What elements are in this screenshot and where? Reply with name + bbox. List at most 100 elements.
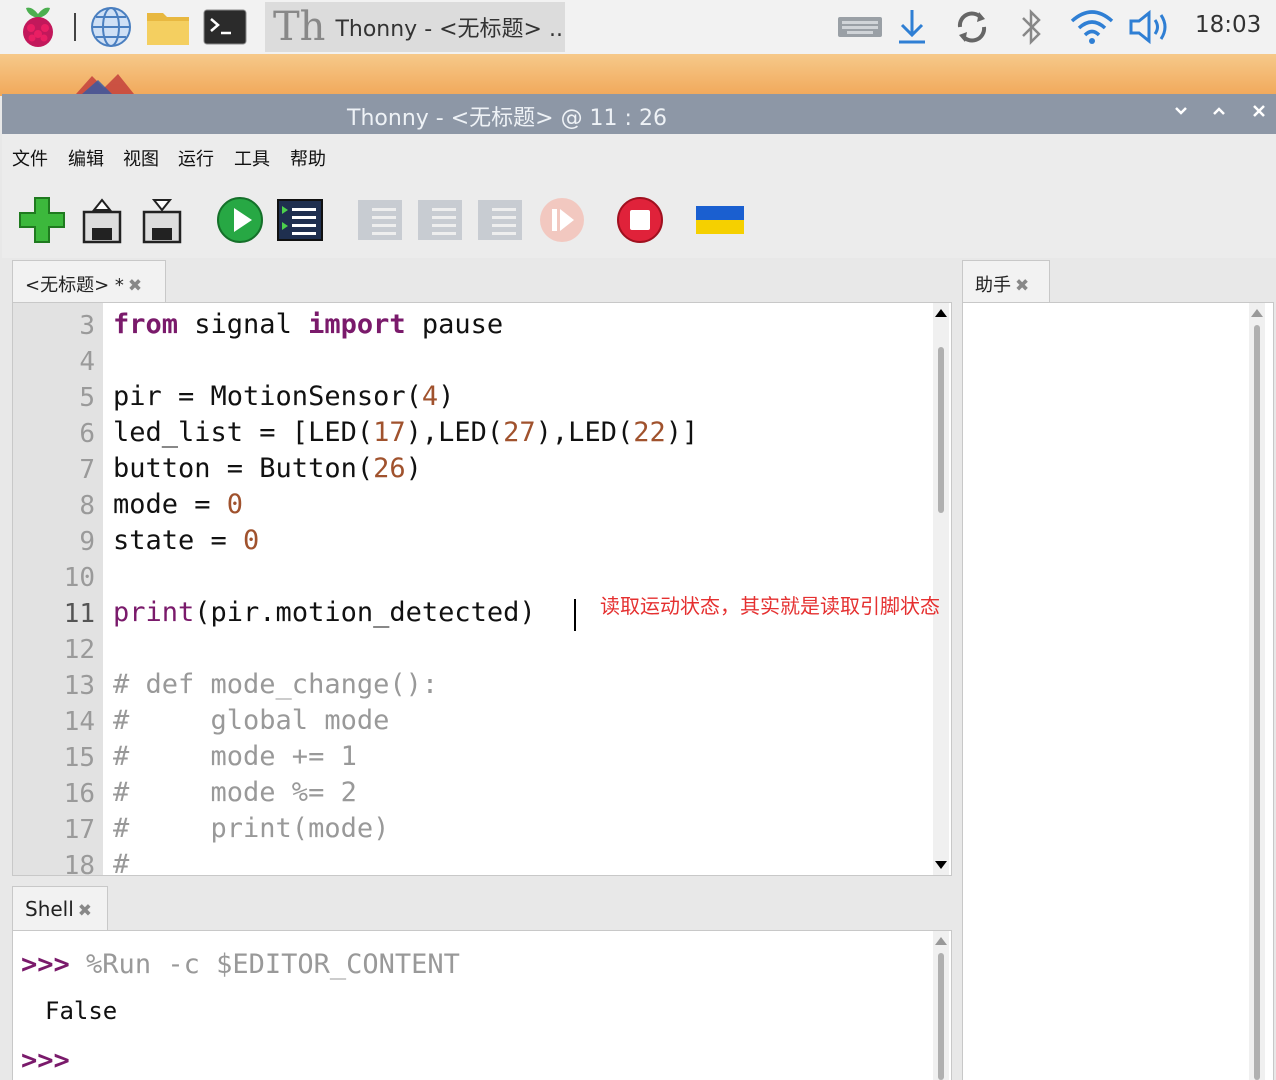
menu-bar: 文件 编辑 视图 运行 工具 帮助 <box>2 134 1276 178</box>
line-number: 4 <box>79 347 95 377</box>
menu-run[interactable]: 运行 <box>178 145 214 171</box>
code-line[interactable]: led_list = [LED(17),LED(27),LED(22)] <box>113 417 698 448</box>
open-file-button[interactable] <box>78 196 126 244</box>
scroll-up-icon[interactable] <box>935 309 947 317</box>
code-token: 27 <box>503 417 536 448</box>
code-line[interactable]: # mode += 1 <box>113 741 357 772</box>
code-token: 26 <box>373 453 406 484</box>
code-line[interactable]: # def mode_change(): <box>113 669 438 700</box>
assistant-panel <box>962 302 1274 1080</box>
editor-scrollbar[interactable] <box>933 303 949 875</box>
assistant-scrollbar[interactable] <box>1249 303 1265 1080</box>
code-token: # mode %= 2 <box>113 777 357 808</box>
taskbar-thonny-task[interactable]: Th Thonny - <无标题> .. <box>265 2 565 52</box>
raspberry-menu-icon[interactable] <box>14 4 62 50</box>
file-manager-icon[interactable] <box>144 4 192 50</box>
menu-edit[interactable]: 编辑 <box>68 145 104 171</box>
resume-button[interactable] <box>538 196 586 244</box>
shell-scrollbar[interactable] <box>933 931 949 1080</box>
line-number: 7 <box>79 455 95 485</box>
menu-file[interactable]: 文件 <box>12 145 48 171</box>
thonny-task-icon: Th <box>273 4 326 50</box>
support-ukraine-button[interactable] <box>694 196 744 244</box>
ukraine-flag-icon <box>696 206 744 234</box>
editor-tab[interactable]: <无标题> * ✖ <box>12 260 166 303</box>
close-tab-icon[interactable]: ✖ <box>128 276 142 296</box>
step-out-button[interactable] <box>476 196 524 244</box>
shell-tab[interactable]: Shell ✖ <box>12 886 108 931</box>
resume-icon <box>540 198 584 242</box>
stop-button[interactable] <box>616 196 664 244</box>
code-token: 17 <box>373 417 406 448</box>
code-line[interactable]: pir = MotionSensor(4) <box>113 381 454 412</box>
line-number: 10 <box>63 563 95 593</box>
line-number: 17 <box>63 815 95 845</box>
shell-panel[interactable]: >>> %Run -c $EDITOR_CONTENT False >>> <box>12 930 952 1080</box>
volume-icon[interactable] <box>1126 4 1176 50</box>
code-token: 4 <box>421 381 439 412</box>
assistant-tab-label: 助手 <box>975 275 1011 296</box>
run-button[interactable] <box>216 196 264 244</box>
code-token: ),LED( <box>535 417 634 448</box>
code-token: import <box>308 309 406 340</box>
code-line[interactable]: mode = 0 <box>113 489 243 520</box>
code-line[interactable]: # print(mode) <box>113 813 389 844</box>
code-line[interactable]: print(pir.motion_detected) <box>113 597 536 628</box>
close-icon <box>1253 105 1265 117</box>
web-browser-icon[interactable] <box>88 4 134 50</box>
open-file-icon <box>82 198 122 244</box>
close-button[interactable] <box>1244 98 1274 128</box>
close-tab-icon[interactable]: ✖ <box>1015 276 1029 296</box>
save-file-button[interactable] <box>138 196 186 244</box>
menu-tools[interactable]: 工具 <box>234 145 270 171</box>
scroll-up-icon[interactable] <box>935 937 947 945</box>
line-number: 14 <box>63 707 95 737</box>
assistant-scrollbar-thumb[interactable] <box>1254 325 1260 1080</box>
code-line[interactable]: # mode %= 2 <box>113 777 357 808</box>
maximize-button[interactable] <box>1204 98 1234 128</box>
scroll-down-icon[interactable] <box>935 861 947 869</box>
desktop-logo-icon <box>76 74 134 94</box>
code-token: 0 <box>243 525 260 556</box>
new-file-button[interactable] <box>18 196 66 244</box>
new-file-icon <box>19 197 65 243</box>
code-token: # global mode <box>113 705 390 736</box>
menu-view[interactable]: 视图 <box>123 145 159 171</box>
code-token: pause <box>405 309 504 340</box>
code-editor[interactable]: 3 4 5 6 7 8 9 10 11 12 13 14 15 16 17 18 from signal im… <box>12 302 952 876</box>
editor-scrollbar-thumb[interactable] <box>938 347 944 513</box>
line-number: 9 <box>79 527 95 557</box>
code-token: # <box>113 849 130 876</box>
menu-help[interactable]: 帮助 <box>290 145 326 171</box>
shell-prompt: >>> <box>21 1045 70 1076</box>
bluetooth-icon[interactable] <box>1014 4 1050 50</box>
save-file-icon <box>142 199 182 244</box>
code-token: button = Button( <box>113 453 374 484</box>
download-icon[interactable] <box>894 4 930 50</box>
code-line[interactable]: from signal import pause <box>113 309 503 340</box>
close-tab-icon[interactable]: ✖ <box>78 901 92 921</box>
sync-icon[interactable] <box>950 4 994 50</box>
code-line[interactable]: state = 0 <box>113 525 259 556</box>
step-into-button[interactable] <box>416 196 464 244</box>
shell-scrollbar-thumb[interactable] <box>938 953 944 1080</box>
assistant-tab[interactable]: 助手 ✖ <box>962 260 1050 303</box>
terminal-icon[interactable] <box>202 4 248 50</box>
code-token: ) <box>438 381 455 412</box>
keyboard-icon[interactable] <box>836 4 884 50</box>
code-line[interactable]: button = Button(26) <box>113 453 422 484</box>
line-number: 13 <box>63 671 95 701</box>
code-line[interactable]: # global mode <box>113 705 389 736</box>
code-line[interactable]: # <box>113 849 130 876</box>
step-over-button[interactable] <box>356 196 404 244</box>
chevron-up-icon <box>1213 107 1225 115</box>
line-number: 16 <box>63 779 95 809</box>
minimize-button[interactable] <box>1166 98 1196 128</box>
wifi-icon[interactable] <box>1068 4 1116 50</box>
scroll-up-icon[interactable] <box>1251 309 1263 317</box>
run-icon <box>217 197 263 243</box>
debug-button[interactable] <box>276 196 324 244</box>
window-title-bar[interactable]: Thonny - <无标题> @ 11 : 26 <box>2 94 1276 134</box>
clock: 18:03 <box>1195 12 1262 38</box>
shell-input-line[interactable]: >>> <box>21 1045 70 1076</box>
